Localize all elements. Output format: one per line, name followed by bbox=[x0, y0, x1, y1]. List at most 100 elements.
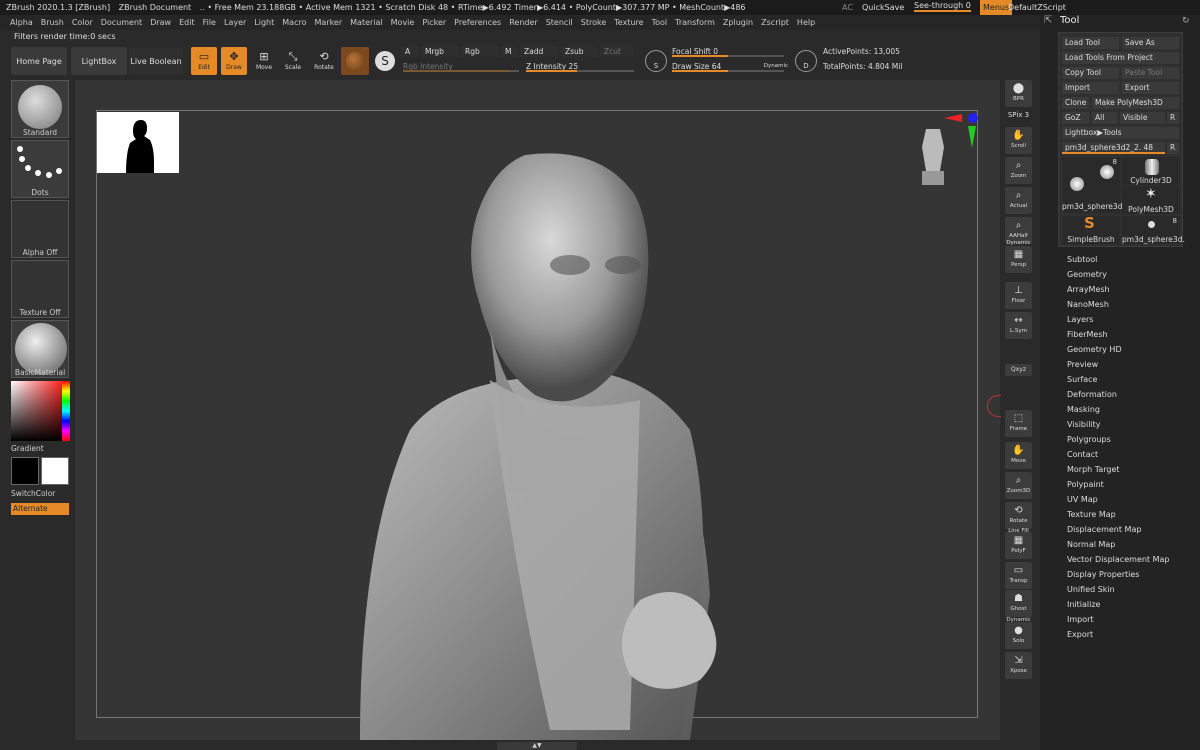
subpalette-displacement-map[interactable]: Displacement Map bbox=[1067, 525, 1141, 534]
shelf-xpose-button[interactable]: ⇲ Xpose bbox=[1005, 652, 1032, 679]
focal-shift-icon[interactable]: S bbox=[645, 50, 667, 72]
paste-tool-button[interactable]: Paste Tool bbox=[1122, 67, 1179, 79]
menu-marker[interactable]: Marker bbox=[310, 15, 346, 30]
shelf-polyf-button[interactable]: ▦ PolyF bbox=[1005, 532, 1032, 559]
menu-draw[interactable]: Draw bbox=[146, 15, 175, 30]
secondary-color-swatch[interactable] bbox=[41, 457, 69, 485]
menu-tool[interactable]: Tool bbox=[648, 15, 672, 30]
quicksave-button[interactable]: QuickSave bbox=[862, 0, 904, 15]
menu-render[interactable]: Render bbox=[505, 15, 541, 30]
subpalette-vector-displacement-map[interactable]: Vector Displacement Map bbox=[1067, 555, 1169, 564]
navigator-thumbnail[interactable] bbox=[97, 112, 179, 173]
menu-picker[interactable]: Picker bbox=[418, 15, 450, 30]
shelf-ghost-button[interactable]: ☗ Ghost bbox=[1005, 590, 1032, 617]
lazy-mouse-icon[interactable]: S bbox=[375, 51, 395, 71]
subpalette-export[interactable]: Export bbox=[1067, 630, 1093, 639]
tool-thumb-polymesh[interactable]: ✶ PolyMesh3D bbox=[1122, 186, 1180, 214]
m-toggle[interactable]: M bbox=[501, 46, 517, 57]
scale-button[interactable]: ⤡ Scale bbox=[280, 47, 306, 75]
save-as-button[interactable]: Save As bbox=[1122, 37, 1179, 49]
lightbox-tools-button[interactable]: Lightbox▶Tools bbox=[1062, 127, 1179, 139]
menu-brush[interactable]: Brush bbox=[37, 15, 68, 30]
export-button[interactable]: Export bbox=[1122, 82, 1179, 94]
menu-edit[interactable]: Edit bbox=[175, 15, 199, 30]
subpalette-polygroups[interactable]: Polygroups bbox=[1067, 435, 1111, 444]
live-boolean-button[interactable]: Live Boolean bbox=[129, 47, 183, 75]
menu-document[interactable]: Document bbox=[97, 15, 146, 30]
shelf-frame-button[interactable]: ⬚ Frame bbox=[1005, 410, 1032, 437]
r-button-2[interactable]: R bbox=[1167, 142, 1179, 154]
main-color-swatch[interactable] bbox=[11, 457, 39, 485]
home-page-button[interactable]: Home Page bbox=[11, 47, 67, 75]
shelf-persp-button[interactable]: ▦ Persp bbox=[1005, 246, 1032, 273]
rgb-toggle[interactable]: Rgb bbox=[461, 46, 499, 57]
subpalette-arraymesh[interactable]: ArrayMesh bbox=[1067, 285, 1110, 294]
bottom-tray-handle[interactable]: ▲▼ bbox=[497, 742, 577, 750]
current-tool-slider[interactable]: pm3d_sphere3d2_2. 48 bbox=[1062, 142, 1165, 154]
subpalette-deformation[interactable]: Deformation bbox=[1067, 390, 1117, 399]
draw-button[interactable]: ✥ Draw bbox=[221, 47, 247, 75]
subpalette-layers[interactable]: Layers bbox=[1067, 315, 1093, 324]
subpalette-geometry-hd[interactable]: Geometry HD bbox=[1067, 345, 1122, 354]
load-from-project-button[interactable]: Load Tools From Project bbox=[1062, 52, 1179, 64]
menu-zplugin[interactable]: Zplugin bbox=[719, 15, 757, 30]
tool-thumb-sphere[interactable]: 8 pm3d_sphere3d. bbox=[1062, 157, 1125, 213]
shelf-zoom-button[interactable]: ⌕ Zoom bbox=[1005, 157, 1032, 184]
lightbox-button[interactable]: LightBox bbox=[71, 47, 127, 75]
shelf-transp-button[interactable]: ▭ Transp bbox=[1005, 562, 1032, 589]
menu-transform[interactable]: Transform bbox=[671, 15, 719, 30]
subpalette-morph-target[interactable]: Morph Target bbox=[1067, 465, 1120, 474]
shelf-bpr-button[interactable]: ⬤ BPR bbox=[1005, 80, 1032, 107]
subpalette-preview[interactable]: Preview bbox=[1067, 360, 1098, 369]
rotate-button[interactable]: ⟲ Rotate bbox=[311, 47, 337, 75]
shelf-spix-button[interactable]: SPix 3 bbox=[1005, 111, 1032, 125]
shelf-dynamic2-label[interactable]: Dynamic bbox=[1005, 617, 1032, 623]
subpalette-polypaint[interactable]: Polypaint bbox=[1067, 480, 1104, 489]
subpalette-initialize[interactable]: Initialize bbox=[1067, 600, 1100, 609]
zadd-toggle[interactable]: Zadd bbox=[520, 46, 558, 57]
menu-layer[interactable]: Layer bbox=[220, 15, 250, 30]
menu-material[interactable]: Material bbox=[346, 15, 387, 30]
menu-color[interactable]: Color bbox=[68, 15, 97, 30]
sculpt-model[interactable] bbox=[340, 150, 760, 740]
tool-thumb-simplebrush[interactable]: S SimpleBrush bbox=[1062, 214, 1120, 244]
draw-size-slider[interactable]: Draw Size 64 Dynamic bbox=[672, 61, 788, 72]
r-button[interactable]: R bbox=[1167, 112, 1179, 124]
make-polymesh-button[interactable]: Make PolyMesh3D bbox=[1092, 97, 1179, 109]
subpalette-texture-map[interactable]: Texture Map bbox=[1067, 510, 1116, 519]
menu-help[interactable]: Help bbox=[793, 15, 819, 30]
collapse-icon[interactable]: ⇱ bbox=[1044, 15, 1052, 26]
shelf-move-button[interactable]: ✋ Move bbox=[1005, 442, 1032, 469]
alternate-button[interactable]: Alternate bbox=[11, 503, 69, 515]
shelf-scroll-button[interactable]: ✋ Scroll bbox=[1005, 127, 1032, 154]
tool-thumb-sphere-2[interactable]: 8 pm3d_sphere3d. bbox=[1122, 216, 1185, 244]
default-zscript[interactable]: DefaultZScript bbox=[1008, 0, 1066, 15]
edit-button[interactable]: ▭ Edit bbox=[191, 47, 217, 75]
menu-file[interactable]: File bbox=[199, 15, 220, 30]
draw-icon-d[interactable]: D bbox=[795, 50, 817, 72]
subpalette-display-properties[interactable]: Display Properties bbox=[1067, 570, 1139, 579]
subpalette-visibility[interactable]: Visibility bbox=[1067, 420, 1101, 429]
tool-thumb-cylinder[interactable]: Cylinder3D bbox=[1122, 157, 1180, 185]
subpalette-unified-skin[interactable]: Unified Skin bbox=[1067, 585, 1115, 594]
subpalette-masking[interactable]: Masking bbox=[1067, 405, 1100, 414]
subpalette-geometry[interactable]: Geometry bbox=[1067, 270, 1107, 279]
subpalette-surface[interactable]: Surface bbox=[1067, 375, 1097, 384]
zcut-toggle[interactable]: Zcut bbox=[600, 46, 634, 57]
shelf-actual-button[interactable]: ⌕ Actual bbox=[1005, 187, 1032, 214]
subpalette-uv-map[interactable]: UV Map bbox=[1067, 495, 1098, 504]
shelf-dynamic-label[interactable]: Dynamic bbox=[1005, 240, 1032, 246]
subpalette-nanomesh[interactable]: NanoMesh bbox=[1067, 300, 1109, 309]
subpalette-subtool[interactable]: Subtool bbox=[1067, 255, 1097, 264]
move-button[interactable]: ⊞ Move bbox=[251, 47, 277, 75]
shelf-rotate-button[interactable]: ⟲ Rotate bbox=[1005, 502, 1032, 529]
shelf-xyz-button[interactable]: Qxyz bbox=[1005, 364, 1032, 376]
a-toggle[interactable]: A bbox=[401, 46, 419, 57]
focal-shift-slider[interactable]: Focal Shift 0 bbox=[672, 46, 784, 57]
menu-texture[interactable]: Texture bbox=[610, 15, 647, 30]
import-button[interactable]: Import bbox=[1062, 82, 1119, 94]
see-through-slider[interactable]: See-through 0 bbox=[914, 0, 971, 12]
menu-movie[interactable]: Movie bbox=[387, 15, 419, 30]
load-tool-button[interactable]: Load Tool bbox=[1062, 37, 1119, 49]
menu-light[interactable]: Light bbox=[250, 15, 278, 30]
